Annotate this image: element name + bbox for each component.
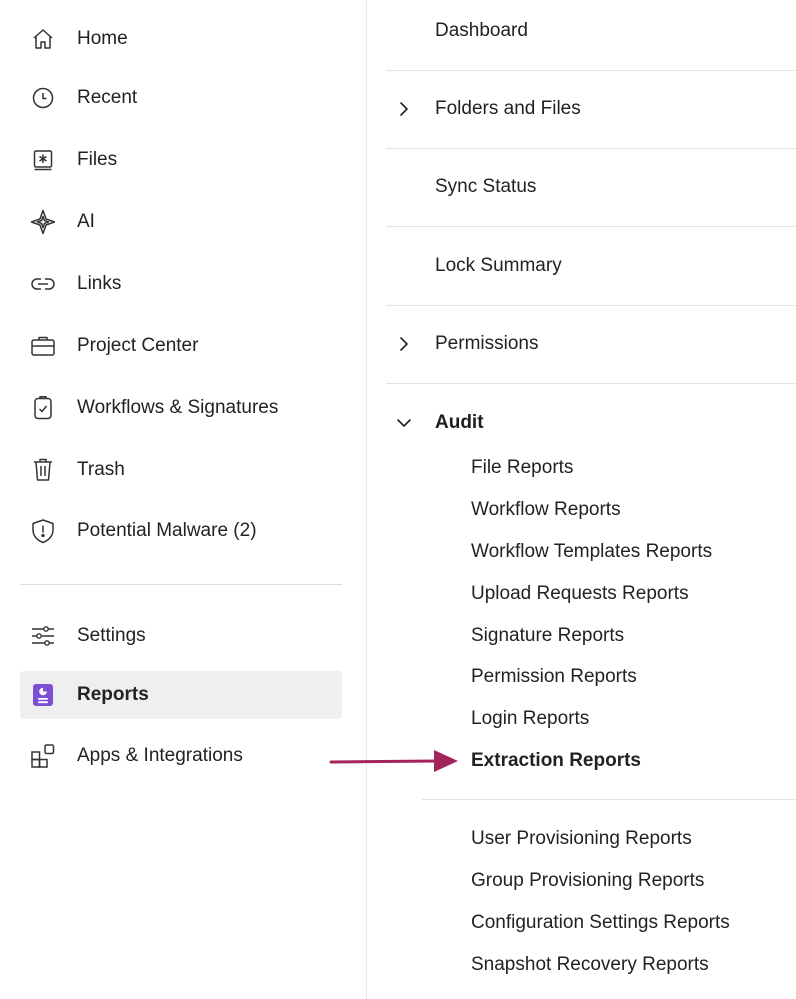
sidebar: Home Recent Files AI Links Project Cente… [0, 0, 367, 999]
audit-item-user-provisioning-reports[interactable]: User Provisioning Reports [471, 828, 692, 850]
sidebar-item-recent[interactable]: Recent [20, 74, 342, 122]
menu-item-sync-status[interactable]: Sync Status [386, 148, 796, 227]
sidebar-item-ai[interactable]: AI [20, 198, 342, 246]
sidebar-item-label: Settings [77, 625, 146, 646]
menu-item-label: Folders and Files [435, 98, 581, 119]
menu-item-permissions[interactable]: Permissions [386, 305, 796, 384]
reports-menu: Dashboard Folders and Files Sync Status … [367, 0, 796, 999]
sidebar-item-label: Recent [77, 87, 138, 108]
sidebar-item-label: Links [77, 273, 122, 294]
shield-alert-icon [30, 518, 56, 544]
sidebar-item-label: Apps & Integrations [77, 745, 243, 766]
menu-item-label: Lock Summary [435, 255, 562, 276]
clock-icon [30, 85, 56, 111]
home-icon [30, 26, 56, 52]
sidebar-item-label: Workflows & Signatures [77, 397, 279, 418]
audit-item-file-reports[interactable]: File Reports [471, 457, 573, 479]
audit-item-upload-requests-reports[interactable]: Upload Requests Reports [471, 583, 689, 605]
sidebar-item-reports[interactable]: Reports [20, 671, 342, 719]
files-icon [30, 147, 56, 173]
menu-item-label: Audit [435, 412, 484, 433]
audit-item-snapshot-recovery-reports[interactable]: Snapshot Recovery Reports [471, 954, 709, 976]
briefcase-icon [30, 333, 56, 359]
sparkle-icon [30, 209, 56, 235]
menu-item-lock-summary[interactable]: Lock Summary [386, 227, 796, 306]
audit-item-configuration-settings-reports[interactable]: Configuration Settings Reports [471, 912, 730, 934]
menu-item-label: Dashboard [435, 20, 528, 41]
audit-item-workflow-reports[interactable]: Workflow Reports [471, 499, 621, 521]
sidebar-item-label: AI [77, 211, 95, 232]
sidebar-item-apps-integrations[interactable]: Apps & Integrations [20, 732, 342, 780]
sidebar-divider [20, 584, 342, 585]
sidebar-item-workflows-signatures[interactable]: Workflows & Signatures [20, 384, 342, 432]
link-icon [30, 271, 56, 297]
menu-item-audit[interactable]: Audit [386, 404, 796, 442]
sidebar-item-label: Trash [77, 459, 125, 480]
sidebar-item-label: Project Center [77, 335, 199, 356]
reports-icon [30, 682, 56, 708]
sidebar-item-label: Home [77, 28, 128, 49]
audit-item-permission-reports[interactable]: Permission Reports [471, 666, 637, 688]
clipboard-check-icon [30, 395, 56, 421]
menu-item-dashboard[interactable]: Dashboard [386, 0, 796, 71]
sidebar-item-label: Files [77, 149, 118, 170]
sidebar-item-label: Potential Malware (2) [77, 520, 257, 541]
sidebar-item-home[interactable]: Home [20, 15, 342, 63]
audit-item-extraction-reports[interactable]: Extraction Reports [471, 750, 641, 772]
menu-item-folders-and-files[interactable]: Folders and Files [386, 70, 796, 149]
audit-item-workflow-templates-reports[interactable]: Workflow Templates Reports [471, 541, 712, 563]
sliders-icon [30, 623, 56, 649]
menu-item-label: Permissions [435, 333, 539, 354]
sidebar-item-links[interactable]: Links [20, 260, 342, 308]
trash-icon [30, 457, 56, 483]
sidebar-item-project-center[interactable]: Project Center [20, 322, 342, 370]
apps-icon [30, 743, 56, 769]
audit-item-signature-reports[interactable]: Signature Reports [471, 625, 624, 647]
audit-divider [422, 799, 796, 800]
sidebar-item-label: Reports [77, 684, 149, 705]
sidebar-item-settings[interactable]: Settings [20, 612, 342, 660]
chevron-right-icon[interactable] [396, 336, 412, 352]
menu-item-label: Sync Status [435, 176, 537, 197]
sidebar-item-potential-malware[interactable]: Potential Malware (2) [20, 507, 342, 555]
chevron-down-icon[interactable] [396, 415, 412, 431]
audit-item-login-reports[interactable]: Login Reports [471, 708, 589, 730]
audit-item-group-provisioning-reports[interactable]: Group Provisioning Reports [471, 870, 704, 892]
chevron-right-icon[interactable] [396, 101, 412, 117]
sidebar-item-files[interactable]: Files [20, 136, 342, 184]
sidebar-item-trash[interactable]: Trash [20, 446, 342, 494]
